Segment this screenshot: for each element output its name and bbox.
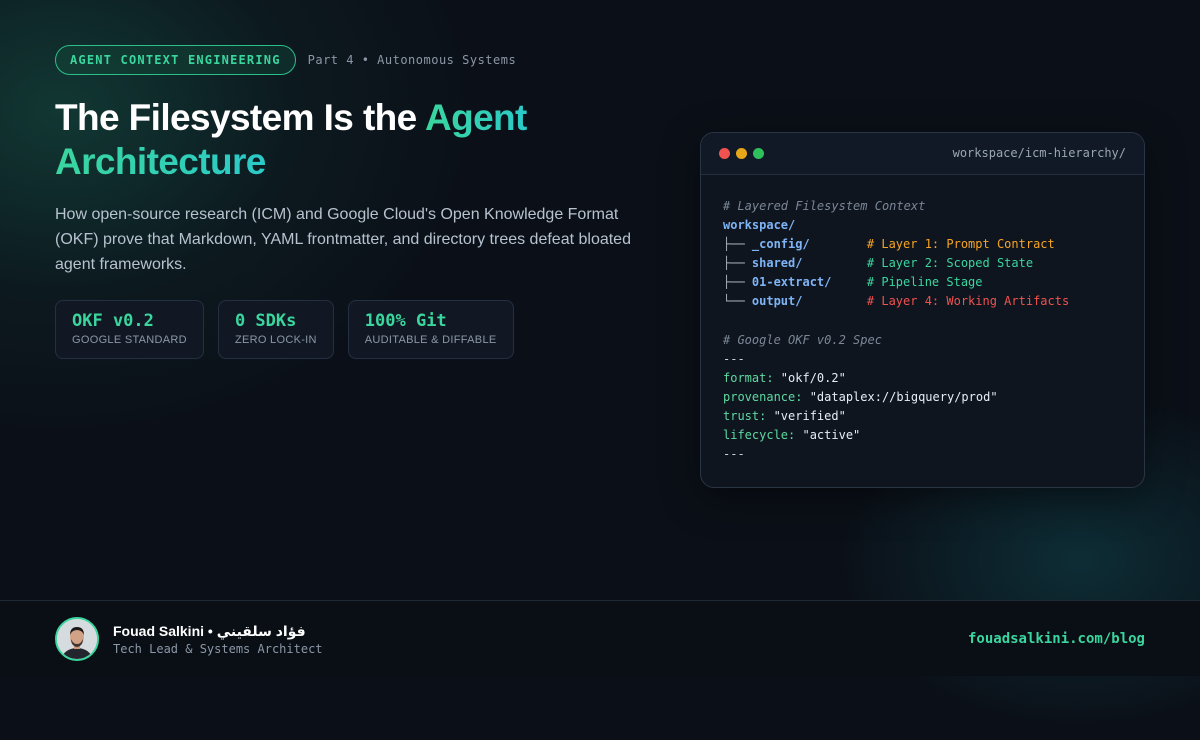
code-comment: # Google OKF v0.2 Spec	[723, 333, 882, 347]
tree-comment: # Pipeline Stage	[866, 275, 983, 289]
tree-comment: # Layer 1: Prompt Contract	[866, 237, 1055, 251]
footer: Fouad Salkini • فؤاد سلقيني Tech Lead & …	[0, 600, 1200, 676]
tree-dir: output/	[751, 294, 803, 308]
close-dot-icon	[719, 148, 730, 159]
yaml-value: "okf/0.2"	[773, 371, 846, 385]
yaml-value: "active"	[795, 428, 861, 442]
code-comment: # Layered Filesystem Context	[723, 199, 926, 213]
stat-label: ZERO LOCK-IN	[234, 334, 317, 346]
avatar	[55, 617, 99, 661]
series-part: Part 4 • Autonomous Systems	[307, 53, 517, 67]
blog-link[interactable]: fouadsalkini.com/blog	[968, 631, 1145, 647]
stat-value: OKF v0.2	[72, 311, 154, 331]
yaml-value: "verified"	[766, 409, 846, 423]
stat-value: 100% Git	[364, 311, 447, 331]
yaml-line: lifecycle: "active"	[723, 426, 1122, 445]
tree-line: └── output/ # Layer 4: Working Artifacts	[723, 292, 1122, 311]
tree-comment: # Layer 2: Scoped State	[866, 256, 1034, 270]
yaml-key: provenance:	[723, 390, 803, 404]
tree-line: ├── 01-extract/ # Pipeline Stage	[723, 273, 1122, 292]
stat-card-sdks: 0 SDKs ZERO LOCK-IN	[217, 300, 334, 359]
category-badge: AGENT CONTEXT ENGINEERING	[55, 45, 296, 75]
tree-comment: # Layer 4: Working Artifacts	[866, 294, 1070, 308]
tree-dir: shared/	[751, 256, 803, 270]
yaml-value: "dataplex://bigquery/prod"	[802, 390, 998, 404]
stat-card-git: 100% Git AUDITABLE & DIFFABLE	[347, 300, 514, 359]
code-root-dir: workspace/	[723, 218, 796, 232]
tree-dir: 01-extract/	[751, 275, 832, 289]
title-line1: The Filesystem Is the	[55, 97, 425, 138]
yaml-separator: ---	[723, 352, 745, 366]
title-accent-1: Agent	[424, 97, 527, 138]
maximize-dot-icon	[753, 148, 764, 159]
tree-prefix: ├──	[723, 275, 752, 289]
tree-line: ├── shared/ # Layer 2: Scoped State	[723, 254, 1122, 273]
stat-label: GOOGLE STANDARD	[72, 334, 187, 346]
terminal-path: workspace/icm-hierarchy/	[952, 146, 1126, 160]
terminal-titlebar: workspace/icm-hierarchy/	[701, 133, 1144, 175]
author-role: Tech Lead & Systems Architect	[113, 642, 323, 656]
tree-dir: _config/	[751, 237, 810, 251]
tree-prefix: └──	[723, 294, 752, 308]
yaml-line: trust: "verified"	[723, 407, 1122, 426]
stat-card-okf: OKF v0.2 GOOGLE STANDARD	[55, 300, 204, 359]
tree-prefix: ├──	[723, 256, 752, 270]
header-meta: AGENT CONTEXT ENGINEERING Part 4 • Auton…	[55, 45, 516, 75]
author-name: Fouad Salkini • فؤاد سلقيني	[113, 623, 306, 639]
page-title: The Filesystem Is the Agent Architecture	[55, 96, 675, 184]
yaml-separator: ---	[723, 447, 745, 461]
yaml-key: trust:	[723, 409, 767, 423]
terminal-window: workspace/icm-hierarchy/ # Layered Files…	[700, 132, 1145, 488]
page-subtitle: How open-source research (ICM) and Googl…	[55, 206, 631, 273]
stat-label: AUDITABLE & DIFFABLE	[364, 334, 497, 346]
terminal-body: # Layered Filesystem Context workspace/ …	[701, 175, 1144, 464]
yaml-line: provenance: "dataplex://bigquery/prod"	[723, 388, 1122, 407]
person-avatar-icon	[57, 619, 97, 659]
tree-prefix: ├──	[723, 237, 752, 251]
yaml-key: format:	[723, 371, 774, 385]
tree-line: ├── _config/ # Layer 1: Prompt Contract	[723, 235, 1122, 254]
title-accent-2: Architecture	[55, 141, 266, 182]
yaml-key: lifecycle:	[723, 428, 796, 442]
yaml-line: format: "okf/0.2"	[723, 369, 1122, 388]
minimize-dot-icon	[736, 148, 747, 159]
stats-row: OKF v0.2 GOOGLE STANDARD 0 SDKs ZERO LOC…	[55, 300, 514, 359]
stat-value: 0 SDKs	[234, 311, 297, 331]
